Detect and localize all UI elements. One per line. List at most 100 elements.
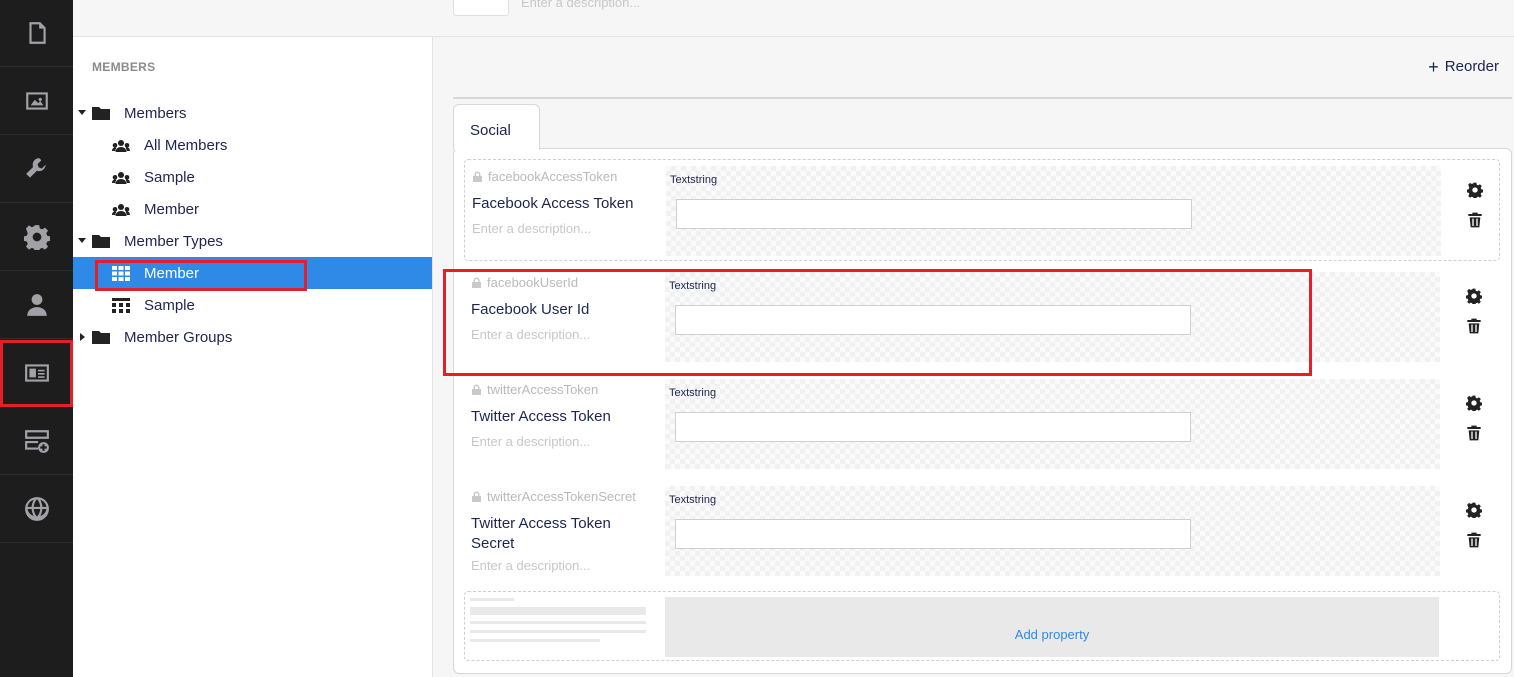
grid-icon [112,297,130,313]
settings-button[interactable] [1465,288,1484,306]
tree-node-label: Member Types [124,232,223,250]
lock-icon [472,491,481,502]
tree-node-members[interactable]: Members [73,97,432,129]
alias-text: twitterAccessToken [487,382,599,397]
property-alias[interactable]: twitterAccessToken [472,382,598,397]
property-row[interactable]: twitterAccessToken Twitter Access Token … [464,373,1500,475]
tree-node-label: Member [144,200,200,218]
tree-node-all-members[interactable]: All Members [73,129,432,161]
delete-button[interactable] [1466,425,1484,443]
property-editor-preview[interactable]: Textstring [665,379,1440,469]
tree-node-label: Sample [144,168,195,186]
tree-node-label: Members [124,104,187,122]
users-icon [112,169,130,185]
tree-title: MEMBERS [92,60,156,74]
property-description[interactable]: Enter a description... [471,434,590,449]
add-property-row: Add property [464,591,1500,661]
icon-picker-button[interactable] [453,0,509,16]
textstring-input-preview [675,412,1191,442]
move-icon: + [1428,56,1439,77]
property-type: Textstring [669,387,717,399]
globe-icon [24,497,49,521]
sections-bar [0,0,73,677]
delete-button[interactable] [1466,318,1484,336]
section-forms[interactable] [0,408,73,475]
caret-right-icon[interactable] [80,333,85,341]
section-translation[interactable] [0,476,73,543]
document-icon [28,22,46,44]
trash-icon [1467,318,1481,334]
add-property-button[interactable]: Add property [665,597,1439,657]
property-editor-preview[interactable]: Textstring [666,166,1441,256]
property-row[interactable]: facebookAccessToken Facebook Access Toke… [464,159,1500,261]
textstring-input-preview [675,519,1191,549]
settings-button[interactable] [1465,395,1484,413]
trash-icon [1467,532,1481,548]
placeholder-lines [470,598,646,648]
property-actions [1466,182,1485,242]
tree-node-label: Member Groups [124,328,233,346]
property-description[interactable]: Enter a description... [472,221,591,236]
tree-node-member-list[interactable]: Member [73,193,432,225]
caret-down-icon[interactable] [78,110,86,115]
textstring-input-preview [676,199,1192,229]
section-members[interactable] [0,340,73,407]
tree-node-member-types[interactable]: Member Types [73,225,432,257]
settings-button[interactable] [1465,502,1484,520]
tree-node-label: All Members [144,136,228,154]
property-actions [1465,288,1484,348]
gear-icon [23,225,50,250]
users-icon [112,201,130,217]
tree-panel: MEMBERS Members All Members Sample Membe… [73,0,433,677]
section-content[interactable] [0,0,73,67]
gear-icon [1465,395,1483,413]
form-add-icon [24,430,49,453]
property-description[interactable]: Enter a description... [471,558,590,573]
property-editor-preview[interactable]: Textstring [665,486,1440,576]
tree-node-member-type-sample[interactable]: Sample [73,289,432,321]
tree-node-label: Sample [144,296,195,314]
folder-icon [92,233,110,249]
header-description-placeholder[interactable]: Enter a description... [521,0,640,10]
property-type: Textstring [669,494,717,506]
user-icon [26,294,47,316]
delete-button[interactable] [1466,532,1484,550]
section-settings-tools[interactable] [0,136,73,203]
property-name[interactable]: Twitter Access Token [471,407,641,427]
highlight-box-facebook-user-id [443,269,1312,376]
users-icon [112,137,130,153]
property-alias[interactable]: twitterAccessTokenSecret [472,489,636,504]
trash-icon [1468,212,1482,228]
section-media[interactable] [0,68,73,135]
property-row[interactable]: twitterAccessTokenSecret Twitter Access … [464,480,1500,580]
trash-icon [1467,425,1481,441]
gear-icon [1466,182,1484,200]
property-type: Textstring [670,174,718,186]
tree-node-sample-member[interactable]: Sample [73,161,432,193]
property-actions [1465,502,1484,562]
property-name[interactable]: Twitter Access Token Secret [471,514,641,554]
settings-button[interactable] [1466,182,1485,200]
member-card-icon [24,364,49,382]
alias-text: twitterAccessTokenSecret [487,489,636,504]
tab-social[interactable]: Social [453,104,540,150]
property-alias[interactable]: facebookAccessToken [473,169,617,184]
delete-button[interactable] [1467,212,1485,230]
caret-down-icon[interactable] [78,238,86,243]
highlight-box-tree-member [95,260,307,291]
media-icon [25,92,48,110]
tab-label: Social [470,122,511,139]
add-property-label: Add property [1014,627,1090,642]
editor-header: Enter a description... [433,0,1514,37]
divider [453,97,1512,99]
property-name[interactable]: Facebook Access Token [472,194,642,214]
folder-icon [92,105,110,121]
tree-node-member-groups[interactable]: Member Groups [73,321,432,353]
section-settings[interactable] [0,204,73,271]
reorder-button[interactable]: + Reorder [1428,56,1499,77]
alias-text: facebookAccessToken [488,169,618,184]
wrench-icon [25,158,46,178]
gear-icon [1465,502,1483,520]
property-actions [1465,395,1484,455]
section-users[interactable] [0,272,73,339]
